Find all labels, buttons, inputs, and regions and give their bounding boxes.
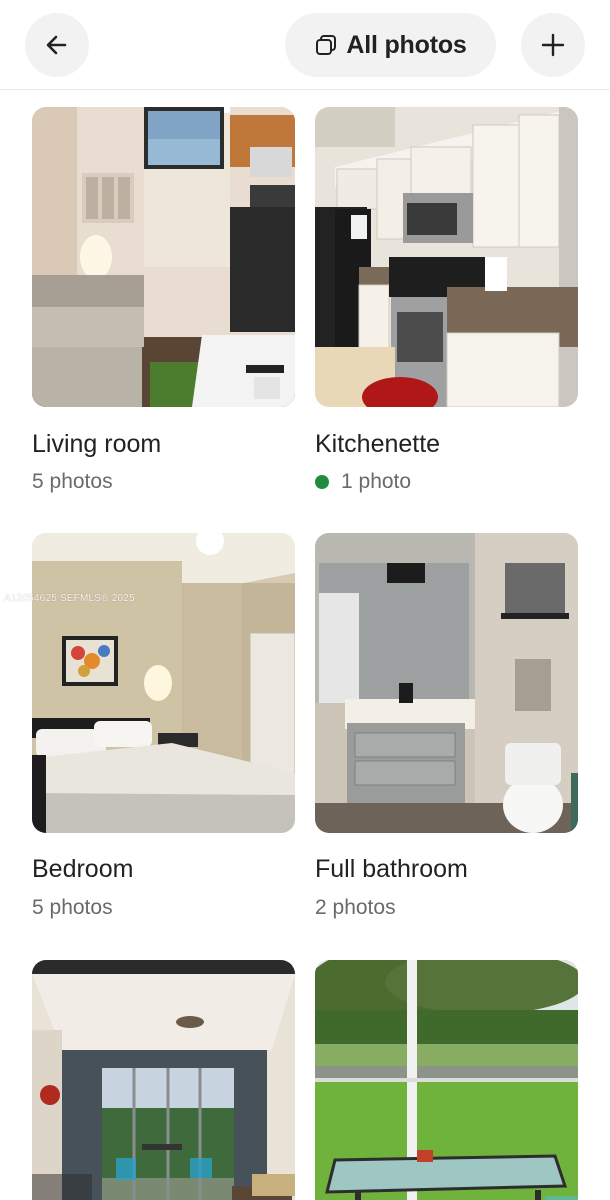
stacked-squares-icon [316,35,337,55]
room-photo-count: 5 photos [32,470,113,494]
room-title: Kitchenette [315,430,441,458]
room-photo-count: 5 photos [32,896,113,920]
room-card-kitchenette[interactable]: Kitchenette 1 photo [315,107,578,493]
room-title: Bedroom [32,855,134,883]
back-button[interactable] [25,13,89,77]
room-card-bedroom[interactable]: Bedroom 5 photos [32,533,295,919]
room-card-living-room[interactable]: Living room 5 photos [32,107,295,493]
all-photos-label: All photos [346,30,467,59]
photo-count-text: 5 photos [32,896,113,919]
status-dot-icon [315,475,329,489]
bedroom-photo[interactable] [32,533,295,833]
all-photos-button[interactable]: All photos [285,13,496,77]
add-button[interactable] [521,13,585,77]
room-title: Living room [32,430,162,458]
photo-count-text: 1 photo [341,470,412,493]
room-card-patio[interactable] [315,960,578,1200]
room-title: Full bathroom [315,855,468,883]
room-photo-count: 2 photos [315,896,396,920]
room-photo-count: 1 photo [315,470,411,494]
photo-count-text: 5 photos [32,470,113,493]
photo-count-text: 2 photos [315,896,396,919]
living-room-photo[interactable] [32,107,295,407]
listing-watermark: A12054625 SEFMLS® 2025 [4,593,135,604]
plus-icon [541,33,565,57]
room-card-living-area[interactable] [32,960,295,1200]
room-card-full-bathroom[interactable]: Full bathroom 2 photos [315,533,578,919]
top-bar: All photos [0,0,610,90]
kitchenette-photo[interactable] [315,107,578,407]
full-bathroom-photo[interactable] [315,533,578,833]
arrow-left-icon [46,35,67,55]
living-area-photo[interactable] [32,960,295,1200]
patio-photo[interactable] [315,960,578,1200]
